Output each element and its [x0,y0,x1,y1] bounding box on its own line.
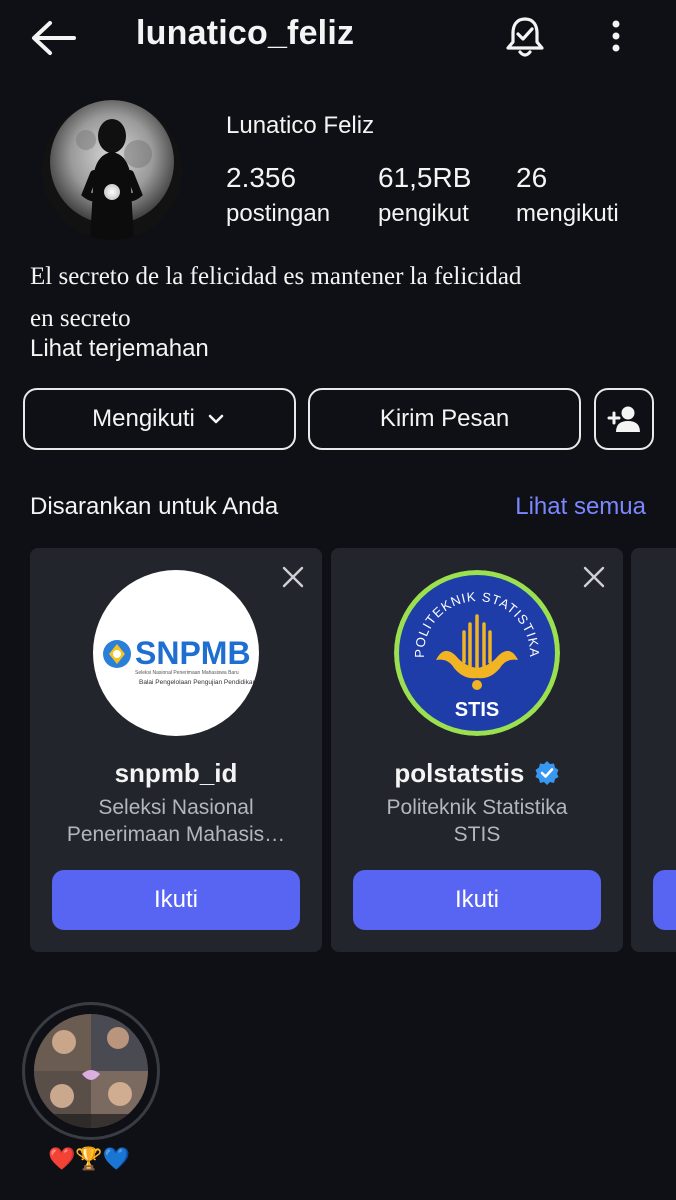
send-message-button[interactable]: Kirim Pesan [308,388,581,450]
more-vertical-icon [612,20,620,52]
close-icon [583,566,605,588]
suggestion-card-snpmb[interactable]: SNPMB Seleksi Nasional Penerimaan Mahasi… [30,548,322,952]
stat-posts-count: 2.356 [226,162,297,193]
notifications-button[interactable] [502,14,548,60]
suggestion-subtitle-line: Politeknik Statistika [386,796,568,819]
dismiss-suggestion-button[interactable] [280,564,306,590]
story-highlight-label: ❤️🏆💙 [48,1146,131,1171]
stat-followers-count: 61,5RB [378,162,472,193]
suggestion-subtitle-line: Seleksi Nasional [98,796,254,819]
suggestion-card-polstatstis[interactable]: POLITEKNIK STATISTIKA STIS polstatstis P… [331,548,623,952]
bell-check-icon [506,17,544,57]
chevron-down-icon [208,414,224,424]
story-highlight[interactable] [22,1002,160,1140]
suggestion-username: polstatstis [394,758,525,788]
more-options-button[interactable] [596,16,636,56]
suggestion-subtitle: Seleksi Nasional Penerimaan Mahasis… [44,794,308,848]
bio-line: en secreto [30,305,131,332]
see-translation-link[interactable]: Lihat terjemahan [30,335,209,363]
dismiss-suggestion-button[interactable] [581,564,607,590]
snpmb-logo-text: SNPMB [135,635,251,671]
arrow-left-icon [32,21,76,55]
add-user-icon [607,406,640,432]
highlight-collage-image [34,1014,148,1128]
see-all-link[interactable]: Lihat semua [515,493,646,521]
verified-badge-icon [535,761,559,785]
stat-following-label: mengikuti [516,200,619,227]
suggestion-username[interactable]: snpmb_id [30,758,322,789]
snpmb-logo-subline: Balai Pengelolaan Pengujian Pendidikan [139,679,256,686]
top-bar: lunatico_feliz [0,0,676,76]
profile-bio: El secreto de la felicidad es mantener l… [30,256,660,340]
close-icon [282,566,304,588]
add-user-button[interactable] [594,388,654,450]
suggestion-subtitle-line: Penerimaan Mahasis… [66,823,286,846]
suggestion-card-partial[interactable] [631,548,676,952]
send-message-label: Kirim Pesan [379,405,510,432]
profile-display-name: Lunatico Feliz [226,112,375,139]
follow-button[interactable]: Ikuti [353,870,601,930]
bio-line: El secreto de la felicidad es mantener l… [30,263,522,290]
snpmb-logo-image: SNPMB Seleksi Nasional Penerimaan Mahasi… [93,570,259,736]
follow-button-partial[interactable] [653,870,676,930]
following-button-label: Mengikuti [92,405,195,432]
stat-following[interactable]: 26 mengikuti [516,162,619,228]
profile-avatar[interactable] [42,100,182,240]
stat-posts-label: postingan [226,200,331,227]
follow-button[interactable]: Ikuti [52,870,300,930]
story-highlight-cover [34,1014,148,1128]
back-button[interactable] [28,18,78,58]
snpmb-logo-tagline: Seleksi Nasional Penerimaan Mahasiswa Ba… [135,670,239,676]
following-dropdown-button[interactable]: Mengikuti [23,388,296,450]
stis-logo-text: STIS [455,699,499,721]
profile-username: lunatico_feliz [136,14,355,52]
snpmb-logo[interactable]: SNPMB Seleksi Nasional Penerimaan Mahasi… [93,570,259,736]
stat-posts[interactable]: 2.356 postingan [226,162,330,228]
stat-followers[interactable]: 61,5RB pengikut [378,162,471,228]
suggestion-subtitle-line: STIS [453,823,501,846]
suggestions-title: Disarankan untuk Anda [30,493,279,520]
stis-logo-image: POLITEKNIK STATISTIKA STIS [394,570,560,736]
suggestion-subtitle: Politeknik Statistika STIS [345,794,609,848]
suggestion-username-row[interactable]: polstatstis [331,758,623,789]
avatar-image [42,100,182,240]
stat-followers-label: pengikut [378,200,469,227]
stis-logo[interactable]: POLITEKNIK STATISTIKA STIS [394,570,560,736]
stat-following-count: 26 [516,162,548,193]
